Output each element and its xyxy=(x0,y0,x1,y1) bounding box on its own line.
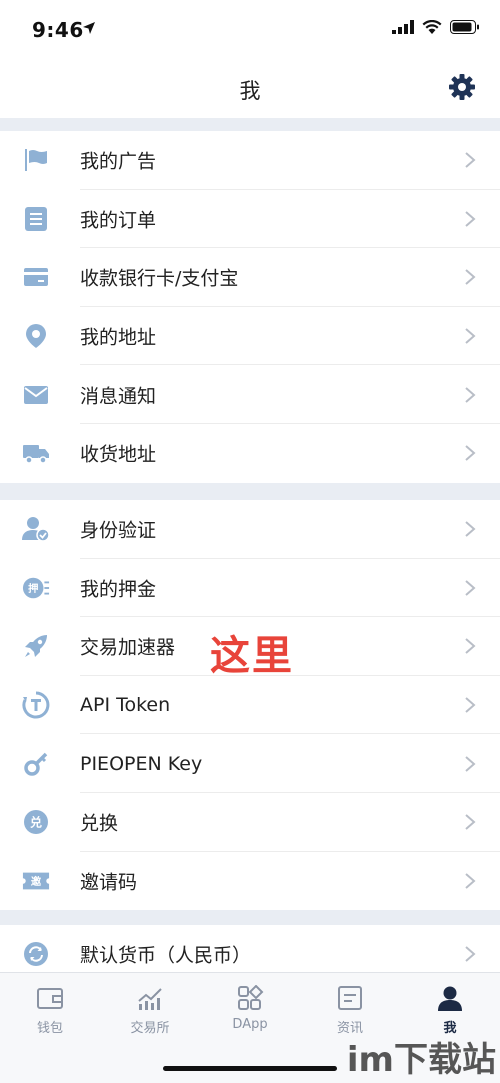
news-icon xyxy=(338,986,362,1010)
redeem-icon: 兑 xyxy=(22,808,50,836)
menu-item-exchange[interactable]: 兑 兑换 xyxy=(0,793,500,852)
menu-item-identity-verification[interactable]: 身份验证 xyxy=(0,500,500,559)
delivery-truck-icon xyxy=(22,439,50,467)
menu-item-label: 我的押金 xyxy=(80,578,157,601)
envelope-icon xyxy=(22,381,50,409)
status-bar: 9:46 xyxy=(0,0,500,58)
chevron-right-icon xyxy=(465,814,476,831)
tab-dapp[interactable]: DApp xyxy=(200,985,300,1032)
chevron-right-icon xyxy=(465,946,476,963)
chevron-right-icon xyxy=(465,386,476,403)
nav-bar: 我 xyxy=(0,58,500,118)
gear-icon[interactable] xyxy=(448,73,476,101)
chevron-right-icon xyxy=(465,697,476,713)
menu-item-label: 我的地址 xyxy=(80,326,157,349)
menu-item-label: 兑换 xyxy=(80,812,119,835)
wifi-icon xyxy=(422,20,442,34)
tab-label: DApp xyxy=(232,1017,268,1032)
key-icon xyxy=(22,750,50,778)
signal-icon xyxy=(392,20,414,34)
chevron-right-icon xyxy=(465,580,476,596)
menu-item-label: PIEOPEN Key xyxy=(80,752,203,775)
menu-item-label: 我的订单 xyxy=(80,209,157,232)
menu-item-my-orders[interactable]: 我的订单 xyxy=(0,190,500,249)
menu-item-shipping-address[interactable]: 收货地址 xyxy=(0,424,500,483)
chevron-right-icon xyxy=(465,638,476,655)
chevron-right-icon xyxy=(465,873,476,889)
bank-card-icon xyxy=(22,263,50,291)
tab-me[interactable]: 我 xyxy=(400,985,500,1036)
dapp-grid-icon xyxy=(238,985,264,1010)
rocket-icon xyxy=(22,632,50,660)
menu-item-bank-card[interactable]: 收款银行卡/支付宝 xyxy=(0,248,500,307)
menu-item-my-deposit[interactable]: 押 我的押金 xyxy=(0,559,500,618)
status-time: 9:46 xyxy=(32,18,84,42)
menu-item-label: 交易加速器 xyxy=(80,636,176,659)
menu-group-account: 我的广告 我的订单 收款银行卡/支付宝 我的地址 消息通知 收货地址 xyxy=(0,131,500,483)
menu-group-preferences: 默认货币（人民币） xyxy=(0,925,500,972)
menu-item-label: 收款银行卡/支付宝 xyxy=(80,267,239,290)
menu-item-notifications[interactable]: 消息通知 xyxy=(0,365,500,424)
invite-ticket-icon: 邀 xyxy=(22,867,50,895)
chevron-right-icon xyxy=(465,328,476,344)
chevron-right-icon xyxy=(465,445,476,462)
menu-item-invite-code[interactable]: 邀 邀请码 xyxy=(0,852,500,911)
menu-item-my-address[interactable]: 我的地址 xyxy=(0,307,500,366)
menu-item-label: 身份验证 xyxy=(80,519,157,542)
tab-wallet[interactable]: 钱包 xyxy=(0,985,100,1036)
menu-item-label: API Token xyxy=(80,694,171,717)
tab-label: 交易所 xyxy=(130,1021,170,1036)
menu-item-pieopen-key[interactable]: PIEOPEN Key xyxy=(0,734,500,793)
home-indicator xyxy=(163,1066,337,1071)
tab-label: 钱包 xyxy=(36,1021,63,1036)
exchange-chart-icon xyxy=(138,988,162,1010)
watermark: im下载站 xyxy=(346,1040,496,1080)
chevron-right-icon xyxy=(465,269,476,286)
location-pin-icon xyxy=(22,322,50,350)
currency-refresh-icon xyxy=(22,940,50,968)
tab-exchange[interactable]: 交易所 xyxy=(100,985,200,1036)
verified-user-icon xyxy=(22,515,50,543)
chevron-right-icon xyxy=(465,152,476,169)
battery-icon xyxy=(450,20,479,34)
page-title: 我 xyxy=(239,79,261,103)
annotation-here: 这里 xyxy=(210,633,294,679)
profile-icon xyxy=(438,986,462,1011)
location-arrow-icon xyxy=(83,22,95,34)
tab-news[interactable]: 资讯 xyxy=(300,985,400,1036)
svg-text:兑: 兑 xyxy=(30,815,42,830)
chevron-right-icon xyxy=(465,211,476,227)
menu-item-label: 消息通知 xyxy=(80,385,157,408)
menu-item-label: 邀请码 xyxy=(80,871,138,894)
menu-item-label: 我的广告 xyxy=(80,150,157,173)
menu-group-security: 身份验证 押 我的押金 交易加速器 API Token PIEOPEN Key … xyxy=(0,500,500,911)
wallet-icon xyxy=(37,988,63,1009)
svg-text:押: 押 xyxy=(28,582,38,595)
token-icon xyxy=(22,691,50,719)
chevron-right-icon xyxy=(465,521,476,538)
svg-text:邀: 邀 xyxy=(31,875,42,888)
order-list-icon xyxy=(22,205,50,233)
deposit-icon: 押 xyxy=(22,574,50,602)
menu-item-default-currency[interactable]: 默认货币（人民币） xyxy=(0,925,500,972)
menu-item-label: 默认货币（人民币） xyxy=(80,944,252,967)
menu-item-label: 收货地址 xyxy=(80,443,157,466)
flag-icon xyxy=(22,146,50,174)
status-icons xyxy=(392,20,480,34)
menu-item-my-ads[interactable]: 我的广告 xyxy=(0,131,500,190)
menu-item-api-token[interactable]: API Token xyxy=(0,676,500,735)
chevron-right-icon xyxy=(465,755,476,772)
